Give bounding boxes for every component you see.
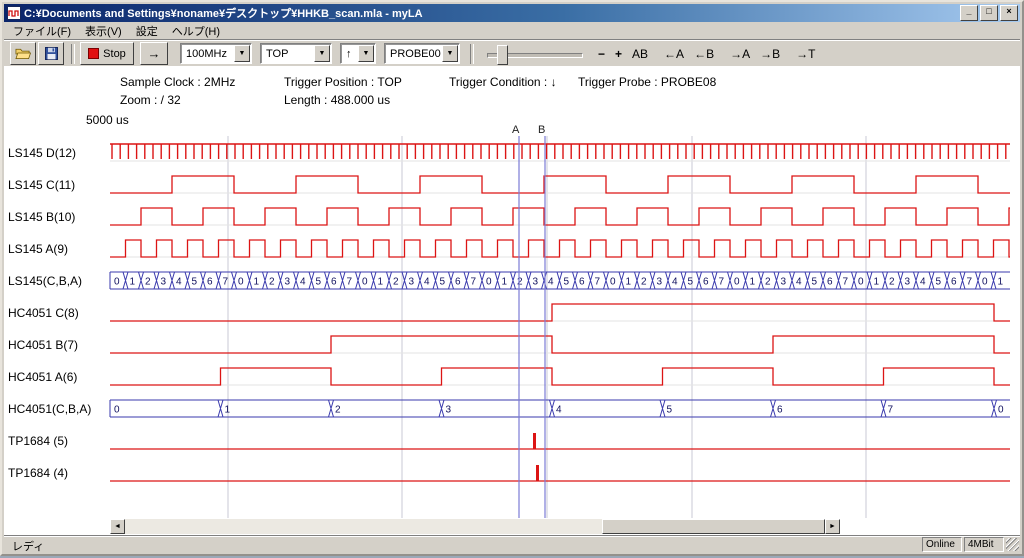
toolbar-separator bbox=[470, 44, 474, 64]
scrollbar-thumb[interactable] bbox=[602, 519, 825, 534]
run-button[interactable]: → bbox=[140, 42, 168, 65]
ab-markers-button[interactable]: AB bbox=[627, 43, 653, 65]
channel-label: LS145 A(9) bbox=[8, 242, 68, 256]
status-ready-text: レディ bbox=[12, 538, 44, 554]
trigger-position-info: Trigger Position : TOP bbox=[284, 75, 402, 89]
channel-label-column: LS145 D(12) LS145 C(11) LS145 B(10) LS145 A… bbox=[2, 2, 108, 558]
window-title: C:¥Documents and Settings¥noname¥デスクトップ¥… bbox=[24, 5, 958, 21]
zoom-slider[interactable] bbox=[485, 43, 585, 65]
channel-label: HC4051 A(6) bbox=[8, 370, 77, 384]
trigger-condition-info: Trigger Condition : ↓ bbox=[449, 75, 557, 89]
menu-settings[interactable]: 設定 bbox=[129, 22, 165, 40]
horizontal-scrollbar[interactable]: ◄ ► bbox=[110, 519, 840, 534]
menu-bar: ファイル(F) 表示(V) 設定 ヘルプ(H) bbox=[4, 22, 1020, 39]
trigger-probe-info: Trigger Probe : PROBE08 bbox=[578, 75, 716, 89]
scroll-left-icon[interactable]: ◄ bbox=[110, 519, 125, 534]
channel-label: HC4051 B(7) bbox=[8, 338, 78, 352]
chevron-down-icon[interactable]: ▼ bbox=[234, 45, 250, 62]
channel-label: HC4051 C(8) bbox=[8, 306, 79, 320]
zoom-out-button[interactable]: − bbox=[593, 43, 610, 65]
toolbar: Stop → 100MHz ▼ TOP ▼ ↑ ▼ PROBE00 ▼ − + … bbox=[4, 39, 1020, 67]
menu-help[interactable]: ヘルプ(H) bbox=[165, 22, 227, 40]
goto-marker-a-left-button[interactable]: ←A bbox=[659, 43, 689, 65]
zoom-info: Zoom : / 32 bbox=[120, 93, 181, 107]
status-online-badge: Online bbox=[922, 537, 962, 552]
minimize-button[interactable]: _ bbox=[960, 5, 978, 21]
chevron-down-icon[interactable]: ▼ bbox=[358, 45, 374, 62]
scroll-right-icon[interactable]: ► bbox=[825, 519, 840, 534]
zoom-in-button[interactable]: + bbox=[610, 43, 627, 65]
sample-clock-value: 100MHz bbox=[186, 48, 227, 60]
trigger-edge-select[interactable]: ↑ ▼ bbox=[340, 43, 376, 64]
zoom-slider-thumb[interactable] bbox=[497, 45, 508, 65]
maximize-button[interactable]: □ bbox=[980, 5, 998, 21]
sample-clock-select[interactable]: 100MHz ▼ bbox=[180, 43, 252, 64]
goto-trigger-button[interactable]: →T bbox=[791, 43, 820, 65]
run-arrow-icon: → bbox=[148, 46, 161, 61]
trigger-edge-value: ↑ bbox=[346, 48, 352, 60]
goto-marker-a-right-button[interactable]: →A bbox=[725, 43, 755, 65]
app-window: C:¥Documents and Settings¥noname¥デスクトップ¥… bbox=[0, 0, 1024, 556]
status-bar: レディ Online 4MBit bbox=[4, 535, 1020, 552]
scrollbar-track[interactable] bbox=[125, 519, 825, 534]
trigger-position-select[interactable]: TOP ▼ bbox=[260, 43, 332, 64]
channel-label: LS145 B(10) bbox=[8, 210, 75, 224]
chevron-down-icon[interactable]: ▼ bbox=[442, 45, 458, 62]
channel-label: LS145(C,B,A) bbox=[8, 274, 82, 288]
sample-clock-info: Sample Clock : 2MHz bbox=[120, 75, 235, 89]
goto-marker-b-left-button[interactable]: ←B bbox=[689, 43, 719, 65]
channel-label: TP1684 (4) bbox=[8, 466, 68, 480]
trigger-probe-value: PROBE00 bbox=[390, 48, 441, 60]
trigger-position-value: TOP bbox=[266, 48, 288, 60]
status-memory-badge: 4MBit bbox=[964, 537, 1004, 552]
length-info: Length : 488.000 us bbox=[284, 93, 390, 107]
resize-grip[interactable] bbox=[1006, 538, 1019, 551]
channel-label: TP1684 (5) bbox=[8, 434, 68, 448]
channel-label: LS145 C(11) bbox=[8, 178, 75, 192]
trigger-probe-select[interactable]: PROBE00 ▼ bbox=[384, 43, 460, 64]
goto-marker-b-right-button[interactable]: →B bbox=[755, 43, 785, 65]
channel-label: LS145 D(12) bbox=[8, 146, 76, 160]
title-bar[interactable]: C:¥Documents and Settings¥noname¥デスクトップ¥… bbox=[4, 4, 1020, 22]
channel-label: HC4051(C,B,A) bbox=[8, 402, 91, 416]
waveform-client-area bbox=[4, 66, 1020, 538]
chevron-down-icon[interactable]: ▼ bbox=[314, 45, 330, 62]
close-button[interactable]: × bbox=[1000, 5, 1018, 21]
